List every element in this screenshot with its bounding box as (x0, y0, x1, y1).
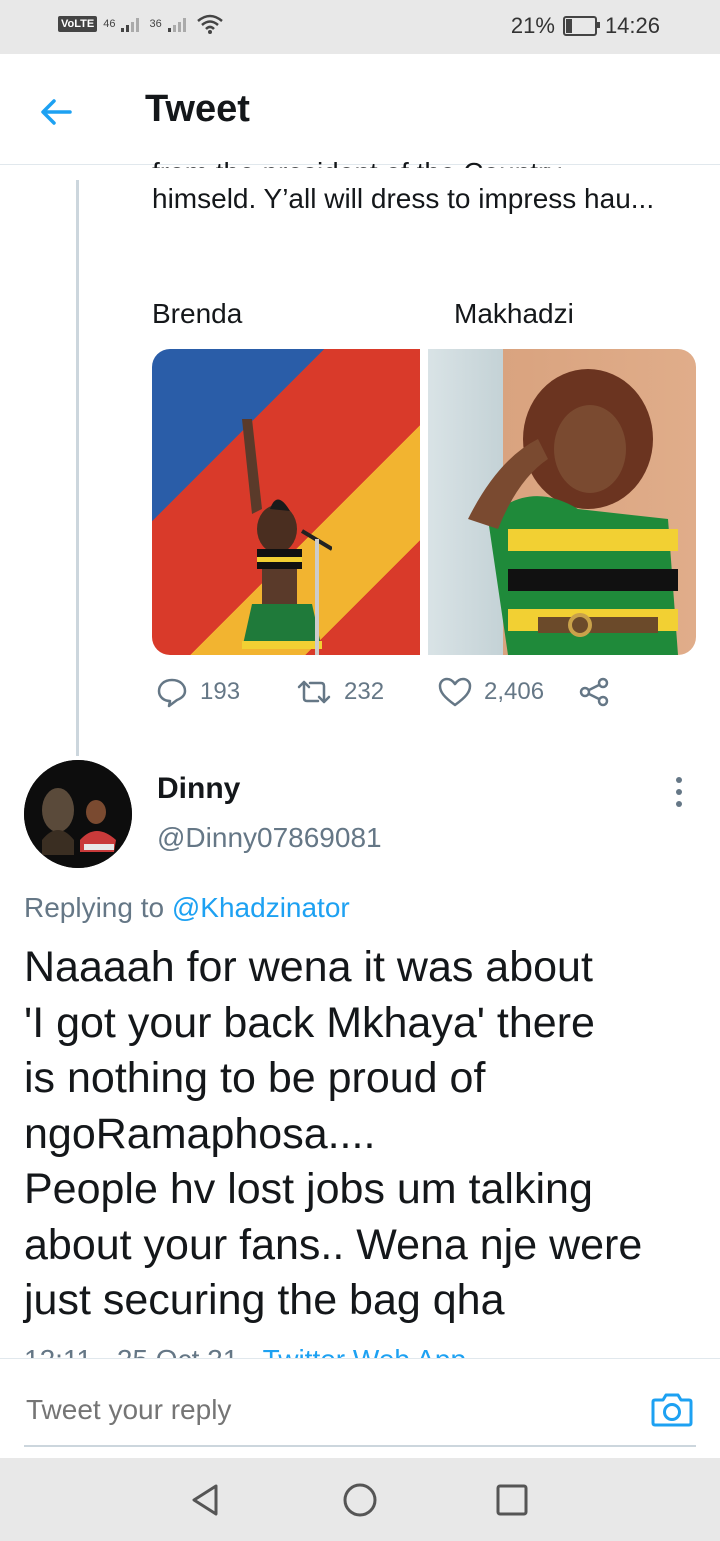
nav-back-button[interactable] (186, 1480, 226, 1520)
like-action[interactable]: 2,406 (438, 676, 544, 708)
nav-recents-button[interactable] (492, 1480, 532, 1520)
woman-figure (468, 369, 678, 655)
reply-count: 193 (200, 678, 241, 705)
status-bar: VoLTE 46 36 21% 14:26 (0, 0, 720, 54)
tweet-timestamp[interactable]: 12:11 · 25 Oct 21 · (24, 1344, 255, 1358)
parent-tweet-text[interactable]: from the president of the Country himsel… (152, 157, 672, 216)
share-action[interactable] (578, 676, 610, 708)
more-options-button[interactable] (664, 772, 694, 812)
user-handle[interactable]: @Dinny07869081 (157, 822, 382, 854)
vertical-dots-icon (676, 777, 682, 807)
performer-figure (242, 419, 332, 655)
arrow-left-icon (41, 99, 72, 125)
reply-action[interactable]: 193 (156, 676, 240, 708)
signal-bars-icon (167, 18, 186, 32)
photo-label-makhadzi: Makhadzi (454, 298, 574, 329)
camera-button[interactable] (650, 1387, 694, 1431)
nav-home-button[interactable] (340, 1480, 380, 1520)
clock: 14:26 (604, 13, 660, 38)
parent-tweet-cut-line: from the president of the Country (152, 156, 561, 168)
avatar-image (24, 760, 132, 868)
back-button[interactable] (36, 92, 76, 132)
composer-underline (24, 1445, 696, 1447)
retweet-count: 232 (344, 678, 385, 705)
retweet-action[interactable]: 232 (296, 676, 384, 708)
triangle-back-icon (192, 1484, 218, 1516)
like-count: 2,406 (484, 678, 545, 705)
page-title: Tweet (145, 88, 250, 130)
replying-to: Replying to @Khadzinator (24, 892, 350, 924)
reply-input[interactable] (24, 1393, 628, 1427)
status-right: 21% 14:26 (511, 13, 660, 39)
status-indicators: VoLTE 46 36 (58, 14, 224, 34)
tweet-meta: 12:11 · 25 Oct 21 · Twitter Web App (24, 1340, 466, 1358)
volte-badge: VoLTE (58, 16, 98, 32)
signal-36-label: 36 (149, 18, 162, 30)
tweet-actions: 193 232 2,406 (152, 676, 652, 716)
photo-label-brenda: Brenda (152, 298, 243, 329)
reply-composer (0, 1358, 720, 1459)
photo-makhadzi[interactable] (428, 349, 696, 655)
tweet-source-link[interactable]: Twitter Web App (263, 1344, 466, 1358)
share-icon (579, 677, 609, 707)
display-name[interactable]: Dinny (157, 772, 240, 806)
replying-to-link[interactable]: @Khadzinator (172, 892, 350, 923)
photo-brenda[interactable] (152, 349, 420, 655)
system-nav-bar (0, 1458, 720, 1541)
comment-icon (157, 678, 187, 708)
wifi-icon (196, 14, 223, 34)
signal-46-label: 46 (103, 18, 116, 30)
circle-home-icon (343, 1483, 377, 1517)
heart-icon (438, 677, 472, 707)
app-header: Tweet (0, 54, 720, 165)
camera-icon (651, 1393, 693, 1427)
avatar[interactable] (24, 760, 132, 868)
battery-percent: 21% (510, 13, 555, 38)
thread-connector (76, 180, 79, 756)
parent-tweet-body: himseld. Y’all will dress to impress hau… (152, 183, 655, 214)
retweet-icon (297, 680, 331, 704)
signal-bars-icon (121, 18, 140, 32)
tweet-media (152, 349, 696, 655)
battery-icon (562, 16, 600, 36)
reply-tweet-text: Naaaah for wena it was about 'I got your… (24, 943, 643, 1324)
square-recents-icon (496, 1484, 528, 1516)
replying-prefix: Replying to (24, 892, 165, 923)
